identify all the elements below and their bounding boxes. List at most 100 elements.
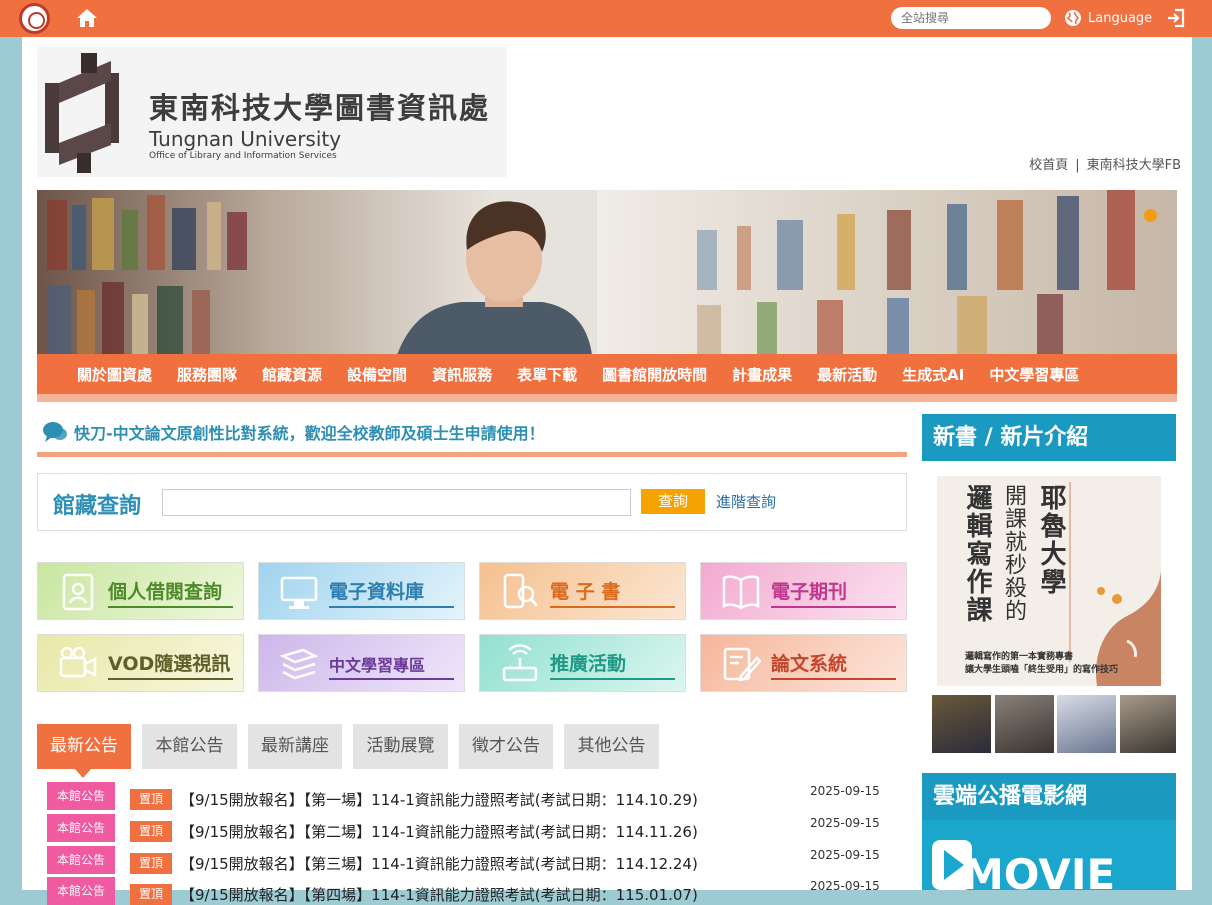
- catalog-search-input[interactable]: [162, 489, 631, 516]
- tile-underline: [771, 606, 896, 608]
- hero-banner[interactable]: [37, 190, 1177, 355]
- banner-image: [37, 190, 1177, 355]
- news-title[interactable]: 【9/15開放報名】【第三場】114-1資訊能力證照考試(考試日期：114.12…: [180, 853, 698, 874]
- kmovie-label: MOVIE: [962, 850, 1116, 890]
- news-row[interactable]: 本館公告 置頂 【9/15開放報名】【第四場】114-1資訊能力證照考試(考試日…: [47, 877, 907, 905]
- news-date: 2025-09-15: [810, 879, 880, 893]
- nav-info-services[interactable]: 資訊服務: [432, 364, 492, 385]
- category-badge: 本館公告: [47, 877, 115, 905]
- kmovie-banner[interactable]: MOVIE: [922, 820, 1176, 890]
- tile-e-databases[interactable]: 電子資料庫: [258, 562, 465, 620]
- tile-label: 個人借閱查詢: [108, 581, 223, 603]
- chat-bubble-icon: [43, 422, 67, 442]
- new-books-title: 新書 / 新片介紹: [922, 414, 1176, 461]
- book-title-line2: 耶魯大學: [1036, 484, 1066, 596]
- tile-underline: [550, 606, 675, 608]
- university-home-link[interactable]: 校首頁: [1029, 158, 1068, 173]
- video-camera-icon: [59, 646, 97, 678]
- movie-thumbnail[interactable]: [932, 695, 991, 753]
- tile-e-books[interactable]: 電 子 書: [479, 562, 686, 620]
- tab-lectures[interactable]: 最新講座: [248, 724, 342, 769]
- tile-e-journals[interactable]: 電子期刊: [700, 562, 907, 620]
- home-icon[interactable]: [76, 7, 98, 29]
- news-row[interactable]: 本館公告 置頂 【9/15開放報名】【第三場】114-1資訊能力證照考試(考試日…: [47, 846, 907, 874]
- book-blurb-line2: 讓大學生頭嗑「終生受用」的寫作技巧: [965, 665, 1119, 675]
- nav-collections[interactable]: 館藏資源: [262, 364, 322, 385]
- movie-thumbnail[interactable]: [995, 695, 1054, 753]
- book-title-line1: 開課就秒殺的: [1001, 484, 1026, 622]
- nav-events[interactable]: 最新活動: [817, 364, 877, 385]
- announcement-marquee[interactable]: 快刀-中文論文原創性比對系統，歡迎全校教師及碩士生申請使用！: [42, 420, 545, 444]
- slide-indicator-dot[interactable]: [1144, 209, 1157, 222]
- tile-label: 論文系統: [771, 653, 848, 675]
- news-title[interactable]: 【9/15開放報名】【第一場】114-1資訊能力證照考試(考試日期：114.10…: [180, 789, 698, 810]
- phone-search-icon: [503, 573, 539, 609]
- book-blurb-line1: 邏輯寫作的第一本實務專書: [965, 652, 1074, 662]
- open-book-icon: [722, 575, 760, 610]
- news-date: 2025-09-15: [810, 784, 880, 798]
- header-links: 校首頁 | 東南科技大學FB: [1029, 154, 1181, 173]
- tile-thesis-system[interactable]: 論文系統: [700, 634, 907, 692]
- page-container: 東南科技大學圖書資訊處 Tungnan University Office of…: [22, 37, 1192, 905]
- tab-latest[interactable]: 最新公告: [37, 724, 131, 778]
- catalog-search-button[interactable]: 查詢: [641, 489, 705, 514]
- main-nav: 關於圖資處 服務團隊 館藏資源 設備空間 資訊服務 表單下載 圖書館開放時間 計…: [37, 354, 1177, 394]
- nav-facilities[interactable]: 設備空間: [347, 364, 407, 385]
- nav-project-results[interactable]: 計畫成果: [732, 364, 792, 385]
- movie-thumbnail[interactable]: [1057, 695, 1116, 753]
- tab-library-notices[interactable]: 本館公告: [142, 724, 237, 769]
- tile-promotion[interactable]: 推廣活動: [479, 634, 686, 692]
- news-row[interactable]: 本館公告 置頂 【9/15開放報名】【第二場】114-1資訊能力證照考試(考試日…: [47, 814, 907, 842]
- globe-icon: [1065, 10, 1081, 26]
- tile-vod[interactable]: VOD隨選視訊: [37, 634, 244, 692]
- movie-thumbnail[interactable]: [1120, 695, 1176, 753]
- tile-underline: [108, 678, 233, 680]
- category-badge: 本館公告: [47, 782, 115, 810]
- pinned-badge: 置頂: [130, 821, 172, 842]
- facebook-link[interactable]: 東南科技大學FB: [1087, 158, 1181, 173]
- id-card-icon: [62, 573, 94, 611]
- tab-other[interactable]: 其他公告: [564, 724, 659, 769]
- announcement-text: 快刀-中文論文原創性比對系統，歡迎全校教師及碩士生申請使用！: [74, 424, 545, 443]
- advanced-search-link[interactable]: 進階查詢: [716, 491, 776, 512]
- tile-chinese-learning[interactable]: 中文學習專區: [258, 634, 465, 692]
- login-icon[interactable]: [1166, 8, 1186, 28]
- featured-book-cover[interactable]: 耶魯大學 開課就秒殺的 邏輯寫作課 邏輯寫作的第一本實務專書 讓大學生頭嗑「終生…: [937, 476, 1161, 686]
- news-title[interactable]: 【9/15開放報名】【第二場】114-1資訊能力證照考試(考試日期：114.11…: [180, 821, 698, 842]
- library-emblem-icon: [45, 53, 119, 173]
- category-badge: 本館公告: [47, 846, 115, 874]
- nav-stripe: [37, 394, 1177, 402]
- language-selector[interactable]: Language: [1064, 8, 1152, 28]
- news-row[interactable]: 本館公告 置頂 【9/15開放報名】【第一場】114-1資訊能力證照考試(考試日…: [47, 782, 907, 810]
- tile-underline: [771, 678, 896, 680]
- document-pen-icon: [723, 647, 761, 682]
- stacked-books-icon: [279, 648, 319, 680]
- library-logo[interactable]: 東南科技大學圖書資訊處 Tungnan University Office of…: [37, 47, 507, 177]
- nav-forms[interactable]: 表單下載: [517, 364, 577, 385]
- site-search-input[interactable]: [891, 7, 1051, 29]
- library-office-en: Office of Library and Information Servic…: [149, 151, 337, 161]
- cloud-cinema-title: 雲端公播電影網: [922, 773, 1176, 820]
- pinned-badge: 置頂: [130, 853, 172, 874]
- marquee-divider: [37, 452, 907, 457]
- news-title[interactable]: 【9/15開放報名】【第四場】114-1資訊能力證照考試(考試日期：115.01…: [180, 884, 698, 905]
- book-title-line3: 邏輯寫作課: [962, 484, 992, 624]
- catalog-search-panel: 館藏查詢 查詢 進階查詢: [37, 473, 907, 531]
- nav-chinese-learning[interactable]: 中文學習專區: [989, 364, 1079, 385]
- tile-personal-loans[interactable]: 個人借閱查詢: [37, 562, 244, 620]
- pinned-badge: 置頂: [130, 884, 172, 905]
- link-separator: |: [1075, 158, 1080, 173]
- library-name-zh: 東南科技大學圖書資訊處: [149, 91, 491, 125]
- tab-recruitment[interactable]: 徵才公告: [459, 724, 553, 769]
- nav-generative-ai[interactable]: 生成式AI: [902, 364, 964, 385]
- nav-about[interactable]: 關於圖資處: [77, 364, 152, 385]
- nav-team[interactable]: 服務團隊: [177, 364, 237, 385]
- tile-label: VOD隨選視訊: [108, 653, 231, 675]
- tile-label: 電 子 書: [550, 581, 621, 603]
- tile-label: 中文學習專區: [329, 656, 426, 675]
- tile-label: 電子資料庫: [329, 581, 425, 603]
- university-seal-icon[interactable]: [19, 3, 50, 34]
- nav-opening-hours[interactable]: 圖書館開放時間: [602, 364, 707, 385]
- monitor-icon: [280, 576, 318, 609]
- tab-exhibitions[interactable]: 活動展覽: [353, 724, 448, 769]
